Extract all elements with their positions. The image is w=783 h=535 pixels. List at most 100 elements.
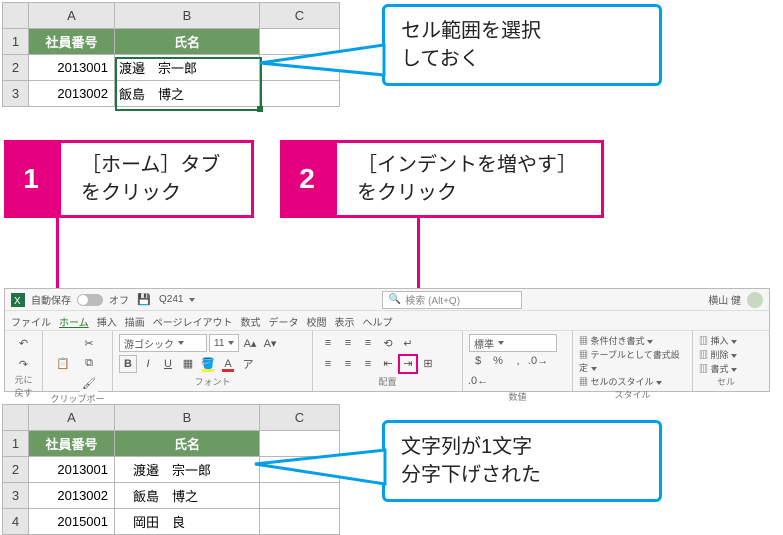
cell-empno[interactable]: 2013001 bbox=[29, 55, 115, 81]
select-all-corner[interactable] bbox=[3, 3, 29, 29]
tab-view[interactable]: 表示 bbox=[335, 314, 355, 329]
tab-layout[interactable]: ページレイアウト bbox=[153, 314, 233, 329]
cell[interactable] bbox=[260, 431, 340, 457]
header-cell-empno[interactable]: 社員番号 bbox=[29, 431, 115, 457]
save-icon[interactable]: 💾 bbox=[135, 291, 153, 309]
cell-empno[interactable]: 2013002 bbox=[29, 483, 115, 509]
tab-draw[interactable]: 描画 bbox=[125, 314, 145, 329]
format-as-table-button[interactable]: ▦ テーブルとして書式設定 bbox=[579, 348, 686, 374]
col-header-a[interactable]: A bbox=[29, 3, 115, 29]
header-cell-name[interactable]: 氏名 bbox=[115, 29, 260, 55]
align-top-button[interactable]: ≡ bbox=[319, 334, 337, 352]
tab-data[interactable]: データ bbox=[269, 314, 299, 329]
col-header-b[interactable]: B bbox=[115, 405, 260, 431]
tab-file[interactable]: ファイル bbox=[11, 314, 51, 329]
underline-button[interactable]: U bbox=[159, 355, 177, 373]
comma-format-button[interactable]: , bbox=[509, 352, 527, 370]
fill-color-button[interactable]: 🪣 bbox=[199, 355, 217, 373]
step-number: 1 bbox=[4, 140, 58, 218]
increase-font-size-button[interactable]: A▴ bbox=[241, 334, 259, 352]
number-format-dropdown[interactable]: 標準 bbox=[469, 334, 557, 352]
font-color-button[interactable]: A bbox=[219, 355, 237, 373]
cell[interactable] bbox=[260, 483, 340, 509]
cell[interactable] bbox=[260, 29, 340, 55]
cell-empno[interactable]: 2013001 bbox=[29, 457, 115, 483]
cell[interactable] bbox=[260, 55, 340, 81]
row-header[interactable]: 2 bbox=[3, 55, 29, 81]
cell-styles-button[interactable]: ▦ セルのスタイル bbox=[579, 375, 686, 388]
font-name-dropdown[interactable]: 游ゴシック bbox=[119, 334, 207, 352]
cell-empno[interactable]: 2013002 bbox=[29, 81, 115, 107]
merge-cells-button[interactable]: ⊞ bbox=[419, 355, 437, 373]
accounting-format-button[interactable]: $ bbox=[469, 352, 487, 370]
row-header[interactable]: 2 bbox=[3, 457, 29, 483]
col-header-c[interactable]: C bbox=[260, 405, 340, 431]
align-right-button[interactable]: ≡ bbox=[359, 355, 377, 373]
copy-button[interactable]: ⧉ bbox=[80, 354, 98, 372]
doc-menu-caret[interactable] bbox=[189, 298, 195, 302]
cell-name[interactable]: 渡邉 宗一郎 bbox=[115, 55, 260, 81]
tab-help[interactable]: ヘルプ bbox=[363, 314, 393, 329]
border-button[interactable]: ▦ bbox=[179, 355, 197, 373]
wrap-text-button[interactable]: ↵ bbox=[399, 334, 417, 352]
autosave-label: 自動保存 bbox=[31, 292, 71, 307]
document-name: Q241 bbox=[159, 294, 183, 305]
cell-empno[interactable]: 2015001 bbox=[29, 509, 115, 535]
decrease-font-size-button[interactable]: A▾ bbox=[261, 334, 279, 352]
increase-decimal-button[interactable]: .0→ bbox=[529, 352, 547, 370]
autosave-toggle[interactable] bbox=[77, 294, 103, 306]
format-painter-button[interactable]: 🖌 bbox=[80, 374, 98, 392]
font-size-dropdown[interactable]: 11 bbox=[209, 334, 239, 352]
step-text: ［ホーム］タブ をクリック bbox=[58, 140, 254, 218]
row-header[interactable]: 1 bbox=[3, 431, 29, 457]
row-header[interactable]: 4 bbox=[3, 509, 29, 535]
tab-formulas[interactable]: 数式 bbox=[241, 314, 261, 329]
group-label-font: フォント bbox=[119, 375, 306, 388]
align-center-button[interactable]: ≡ bbox=[339, 355, 357, 373]
italic-button[interactable]: I bbox=[139, 355, 157, 373]
user-avatar-icon[interactable] bbox=[747, 292, 763, 308]
increase-indent-button[interactable]: ⇥ bbox=[399, 355, 417, 373]
tab-insert[interactable]: 挿入 bbox=[97, 314, 117, 329]
header-cell-empno[interactable]: 社員番号 bbox=[29, 29, 115, 55]
orientation-button[interactable]: ⟲ bbox=[379, 334, 397, 352]
select-all-corner[interactable] bbox=[3, 405, 29, 431]
cell[interactable] bbox=[260, 457, 340, 483]
tab-home[interactable]: ホーム bbox=[59, 314, 89, 329]
row-header[interactable]: 1 bbox=[3, 29, 29, 55]
col-header-c[interactable]: C bbox=[260, 3, 340, 29]
delete-cells-button[interactable]: ▥ 削除 bbox=[699, 348, 753, 361]
insert-cells-button[interactable]: ▥ 挿入 bbox=[699, 334, 753, 347]
row-header[interactable]: 3 bbox=[3, 483, 29, 509]
conditional-formatting-button[interactable]: ▦ 条件付き書式 bbox=[579, 334, 686, 347]
bold-button[interactable]: B bbox=[119, 355, 137, 373]
undo-button[interactable]: ↶ bbox=[15, 334, 33, 352]
cell[interactable] bbox=[260, 81, 340, 107]
align-left-button[interactable]: ≡ bbox=[319, 355, 337, 373]
phonetic-button[interactable]: ア bbox=[239, 355, 257, 373]
cut-button[interactable]: ✂ bbox=[80, 334, 98, 352]
align-middle-button[interactable]: ≡ bbox=[339, 334, 357, 352]
col-header-a[interactable]: A bbox=[29, 405, 115, 431]
cell-name-indented[interactable]: 渡邉 宗一郎 bbox=[115, 457, 260, 483]
titlebar: X 自動保存 オフ 💾 Q241 🔍 検索 (Alt+Q) 横山 健 bbox=[5, 289, 769, 311]
cell-name[interactable]: 飯島 博之 bbox=[115, 81, 260, 107]
header-cell-name[interactable]: 氏名 bbox=[115, 431, 260, 457]
align-bottom-button[interactable]: ≡ bbox=[359, 334, 377, 352]
percent-format-button[interactable]: % bbox=[489, 352, 507, 370]
decrease-decimal-button[interactable]: .0← bbox=[469, 372, 487, 390]
row-header[interactable]: 3 bbox=[3, 81, 29, 107]
font-name-value: 游ゴシック bbox=[124, 336, 174, 351]
format-cells-button[interactable]: ▥ 書式 bbox=[699, 362, 753, 375]
search-icon: 🔍 bbox=[389, 294, 401, 305]
cell[interactable] bbox=[260, 509, 340, 535]
tab-review[interactable]: 校閲 bbox=[307, 314, 327, 329]
cell-name-indented[interactable]: 飯島 博之 bbox=[115, 483, 260, 509]
decrease-indent-button[interactable]: ⇤ bbox=[379, 355, 397, 373]
paste-button[interactable]: 📋 bbox=[49, 347, 77, 379]
group-label-cells: セル bbox=[699, 375, 753, 388]
col-header-b[interactable]: B bbox=[115, 3, 260, 29]
redo-button[interactable]: ↷ bbox=[15, 355, 33, 373]
search-box[interactable]: 🔍 検索 (Alt+Q) bbox=[382, 291, 522, 309]
cell-name-indented[interactable]: 岡田 良 bbox=[115, 509, 260, 535]
